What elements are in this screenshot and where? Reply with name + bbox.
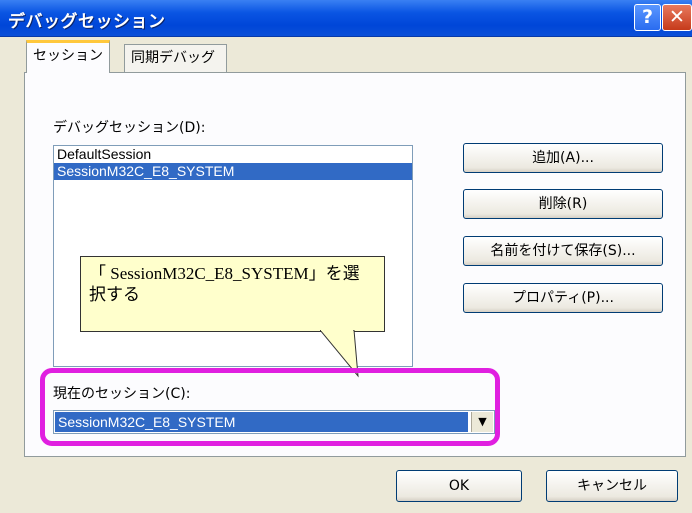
title-bar: デバッグセッション ? ✕ bbox=[0, 0, 692, 37]
tab-sync-debug[interactable]: 同期デバッグ bbox=[124, 44, 227, 72]
window-title: デバッグセッション bbox=[8, 12, 166, 32]
add-button[interactable]: 追加(A)... bbox=[463, 143, 663, 173]
debug-session-dialog: デバッグセッション ? ✕ セッション 同期デバッグ デバッグセッション(D):… bbox=[0, 0, 692, 513]
delete-button[interactable]: 削除(R) bbox=[463, 189, 663, 219]
ok-button[interactable]: OK bbox=[396, 470, 522, 502]
help-button[interactable]: ? bbox=[634, 4, 661, 31]
list-item-session-m32c[interactable]: SessionM32C_E8_SYSTEM bbox=[54, 163, 412, 180]
highlight-frame bbox=[40, 368, 500, 446]
close-button[interactable]: ✕ bbox=[662, 4, 692, 31]
debug-session-label: デバッグセッション(D): bbox=[53, 120, 206, 136]
callout-text: 「 SessionM32C_E8_SYSTEM」を選択する bbox=[80, 256, 385, 332]
cancel-button[interactable]: キャンセル bbox=[546, 470, 678, 502]
properties-button[interactable]: プロパティ(P)... bbox=[463, 283, 663, 313]
list-item-default-session[interactable]: DefaultSession bbox=[54, 146, 412, 163]
save-as-button[interactable]: 名前を付けて保存(S)... bbox=[463, 236, 663, 266]
tab-session[interactable]: セッション bbox=[26, 40, 110, 73]
